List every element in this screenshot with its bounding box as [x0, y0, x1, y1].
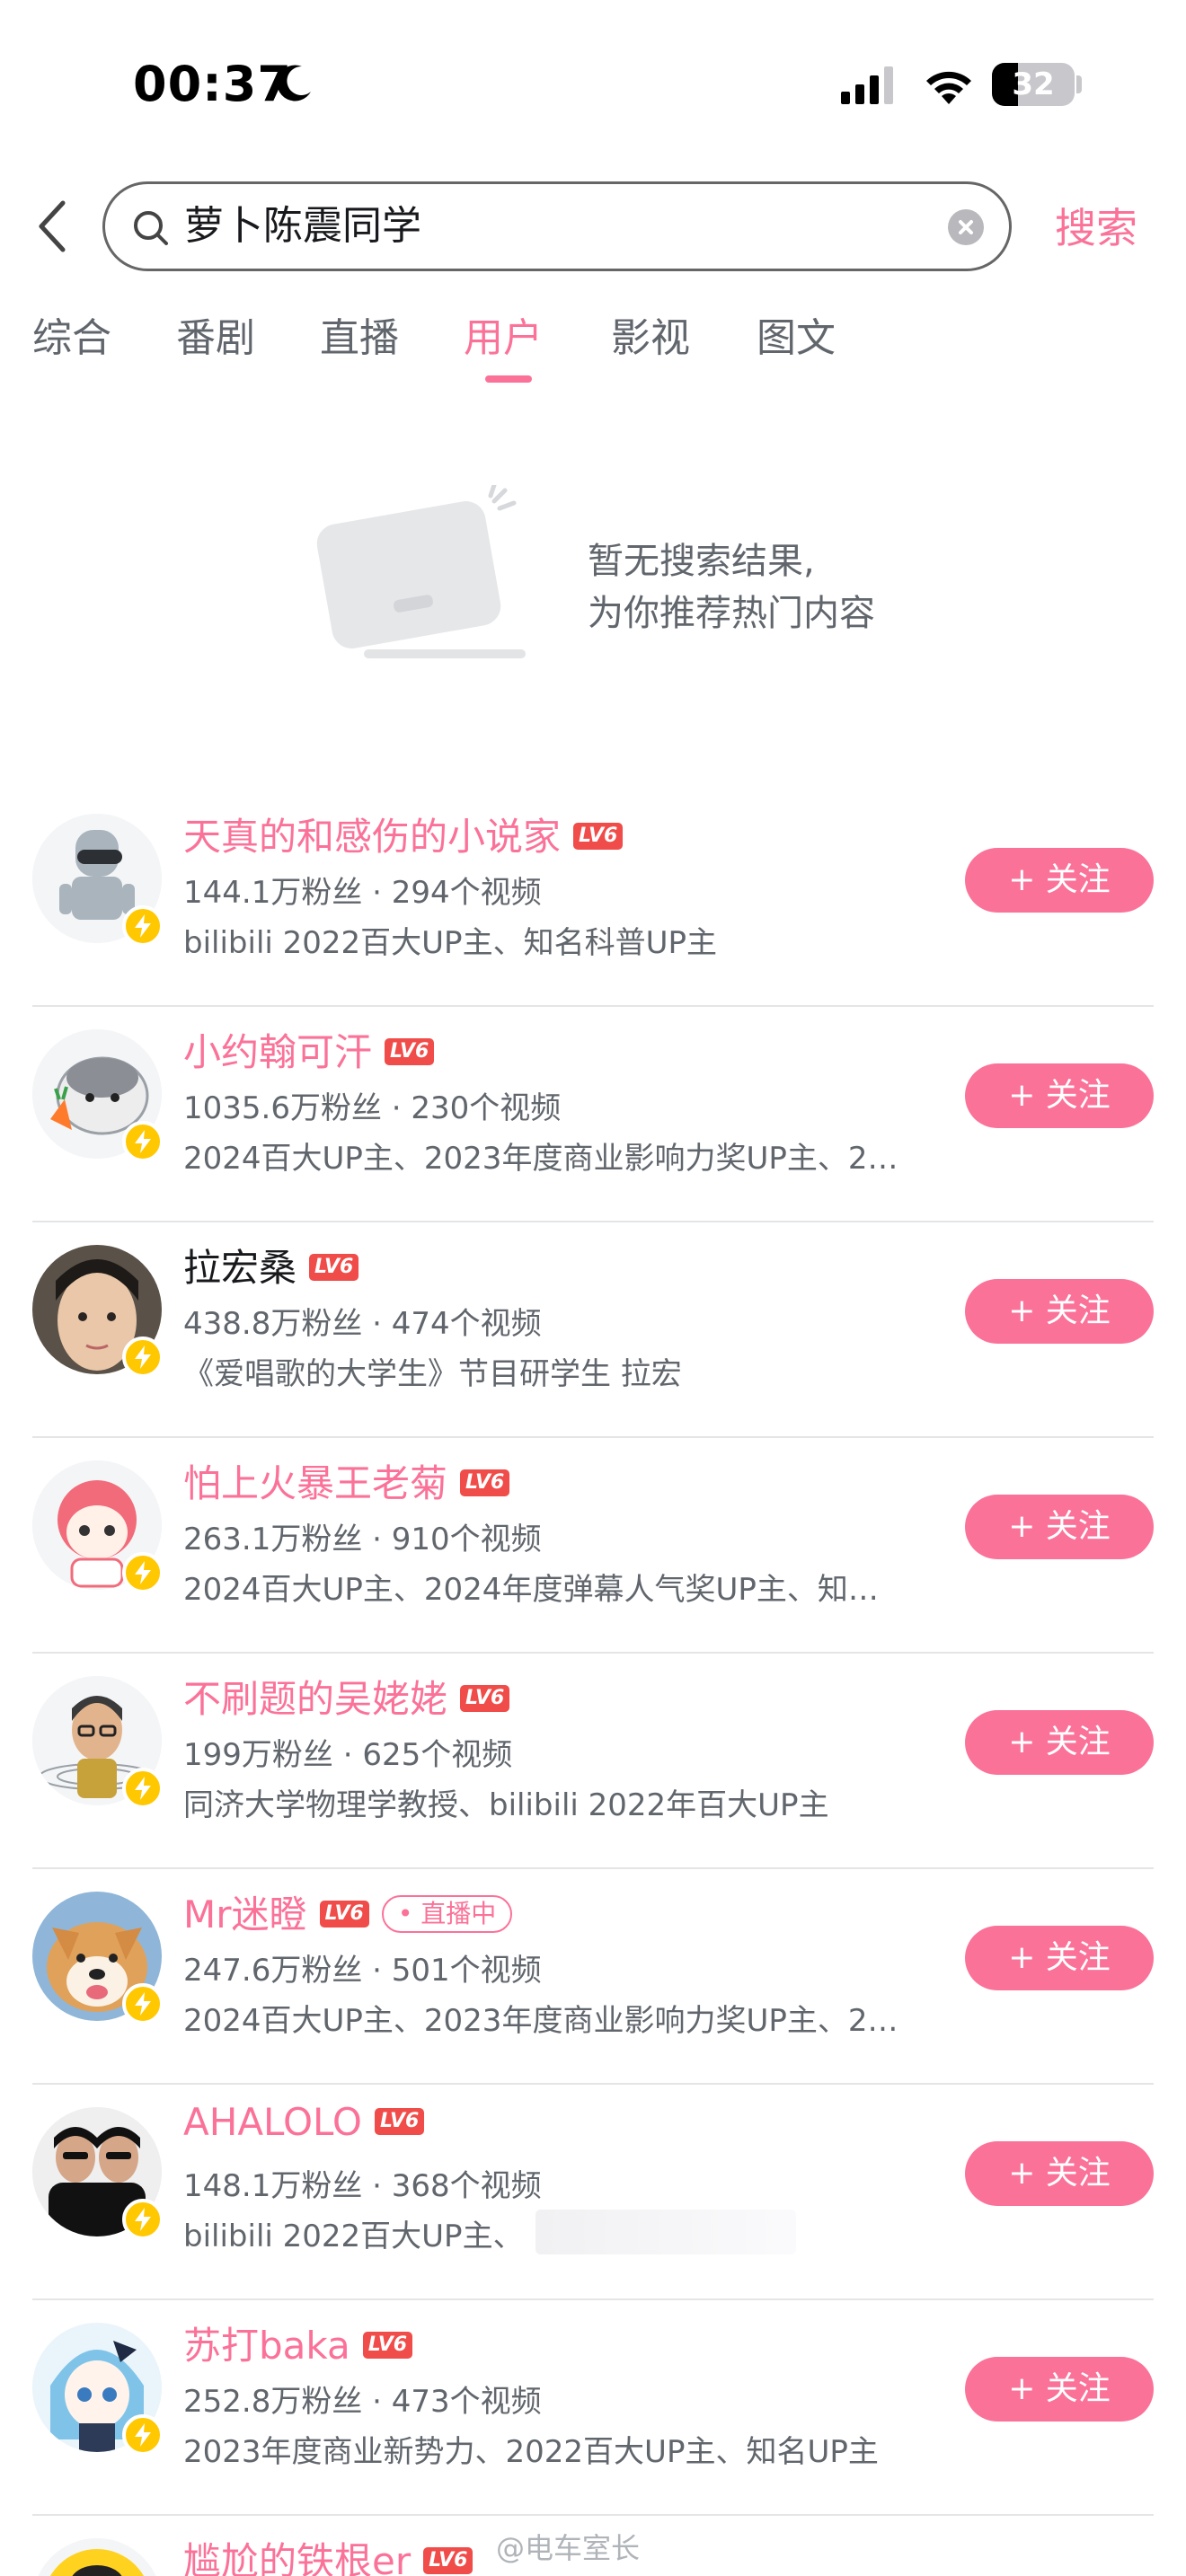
watermark: @电车室长	[496, 2531, 641, 2565]
level-badge: LV6	[385, 1037, 435, 1065]
user-name[interactable]: AHALOLO LV6	[183, 2100, 425, 2144]
list-item[interactable]: 拉宏桑 LV6 438.8万粉丝 · 474个视频 《爱唱歌的大学生》节目研学生 …	[0, 1222, 1186, 1438]
verify-bolt-icon	[122, 1983, 164, 2025]
search-button[interactable]: 搜索	[1055, 196, 1137, 255]
signal-icon	[841, 66, 893, 104]
user-name-text: 拉宏桑	[183, 1246, 297, 1290]
user-name[interactable]: 小约翰可汗 LV6	[183, 1022, 435, 1077]
user-name-text: AHALOLO	[183, 2100, 362, 2144]
follow-button[interactable]: + 关注	[965, 1710, 1154, 1775]
empty-line1: 暂无搜索结果,	[588, 541, 815, 582]
level-badge: LV6	[362, 2331, 413, 2359]
blurred-text-mask	[535, 2210, 796, 2254]
user-name[interactable]: 怕上火暴王老菊 LV6	[183, 1453, 510, 1508]
user-name[interactable]: 不刷题的吴姥姥 LV6	[183, 1669, 510, 1724]
moon-icon	[277, 65, 311, 101]
follow-button[interactable]: + 关注	[965, 2141, 1154, 2206]
user-name[interactable]: 尴尬的铁根er LV6	[183, 2531, 474, 2576]
clear-icon[interactable]	[948, 209, 984, 245]
level-badge: LV6	[319, 1900, 369, 1928]
verify-bolt-icon	[122, 2199, 164, 2240]
battery-percent: 32	[1012, 66, 1055, 102]
list-item[interactable]: 不刷题的吴姥姥 LV6 199万粉丝 · 625个视频 同济大学物理学教授、bil…	[0, 1653, 1186, 1869]
empty-message: 暂无搜索结果, 为你推荐热门内容	[588, 535, 875, 640]
user-description: 《爱唱歌的大学生》节目研学生 拉宏	[183, 1356, 682, 1392]
user-description: 2024百大UP主、2023年度商业影响力奖UP主、2…	[183, 1141, 898, 1177]
verify-bolt-icon	[122, 1121, 164, 1162]
search-input[interactable]	[184, 184, 939, 269]
user-stats: 438.8万粉丝 · 474个视频	[183, 1306, 542, 1342]
back-icon[interactable]	[32, 198, 72, 255]
tab-bangumi[interactable]: 番剧	[176, 305, 255, 363]
empty-tv-illustration	[316, 485, 526, 658]
follow-button[interactable]: + 关注	[965, 2357, 1154, 2422]
follow-button[interactable]: + 关注	[965, 1495, 1154, 1559]
wifi-icon	[926, 71, 971, 104]
user-name-text: 不刷题的吴姥姥	[183, 1677, 448, 1721]
level-badge: LV6	[460, 1684, 510, 1712]
user-name[interactable]: 天真的和感伤的小说家 LV6	[183, 807, 624, 861]
level-badge: LV6	[460, 1469, 510, 1496]
list-item[interactable]: AHALOLO LV6 148.1万粉丝 · 368个视频 bilibili 20…	[0, 2084, 1186, 2300]
user-stats: 199万粉丝 · 625个视频	[183, 1737, 513, 1773]
user-name-text: 尴尬的铁根er	[183, 2539, 412, 2576]
empty-line2: 为你推荐热门内容	[588, 593, 875, 634]
user-description: 同济大学物理学教授、bilibili 2022年百大UP主	[183, 1787, 829, 1823]
user-description: bilibili 2022百大UP主、知名科普UP主	[183, 925, 717, 961]
follow-button[interactable]: + 关注	[965, 848, 1154, 913]
list-item[interactable]: 苏打baka LV6 252.8万粉丝 · 473个视频 2023年度商业新势力、…	[0, 2299, 1186, 2516]
battery-cap	[1076, 75, 1082, 93]
tab-users[interactable]: 用户	[464, 305, 543, 363]
tab-active-indicator	[485, 375, 532, 383]
verify-bolt-icon	[122, 905, 164, 947]
user-description: 2023年度商业新势力、2022百大UP主、知名UP主	[183, 2434, 879, 2470]
tab-live[interactable]: 直播	[320, 305, 399, 363]
verify-bolt-icon	[122, 2414, 164, 2456]
tab-article[interactable]: 图文	[757, 305, 836, 363]
level-badge: LV6	[309, 1253, 359, 1281]
user-stats: 144.1万粉丝 · 294个视频	[183, 875, 542, 911]
user-description: 2024百大UP主、2024年度弹幕人气奖UP主、知…	[183, 1572, 879, 1608]
tab-bar: 综合 番剧 直播 用户 影视 图文	[0, 305, 1186, 395]
search-icon	[134, 211, 168, 245]
status-bar: 00:37 32	[0, 0, 1186, 171]
status-time: 00:37	[133, 56, 292, 112]
user-name[interactable]: 苏打baka LV6	[183, 2316, 413, 2370]
user-stats: 148.1万粉丝 · 368个视频	[183, 2168, 542, 2204]
verify-bolt-icon	[122, 1337, 164, 1378]
level-badge: LV6	[573, 822, 624, 850]
level-badge: LV6	[374, 2107, 425, 2135]
user-description: 2024百大UP主、2023年度商业影响力奖UP主、2…	[183, 2003, 898, 2039]
user-stats: 263.1万粉丝 · 910个视频	[183, 1522, 542, 1557]
user-stats: 247.6万粉丝 · 501个视频	[183, 1953, 542, 1989]
follow-button[interactable]: + 关注	[965, 1063, 1154, 1128]
battery-icon: 32	[992, 63, 1075, 106]
follow-button[interactable]: + 关注	[965, 1926, 1154, 1990]
user-name-text: 苏打baka	[183, 2324, 350, 2368]
user-stats: 1035.6万粉丝 · 230个视频	[183, 1090, 562, 1126]
list-item[interactable]: Mr迷瞪 LV6 • 直播中 247.6万粉丝 · 501个视频 2024百大UP主…	[0, 1868, 1186, 2085]
user-name-text: 天真的和感伤的小说家	[183, 815, 562, 859]
user-name-text: Mr迷瞪	[183, 1892, 307, 1936]
verify-bolt-icon	[122, 1768, 164, 1809]
list-item[interactable]: 天真的和感伤的小说家 LV6 144.1万粉丝 · 294个视频 bilibili…	[0, 790, 1186, 1007]
tab-all[interactable]: 综合	[32, 305, 111, 363]
user-stats: 252.8万粉丝 · 473个视频	[183, 2384, 542, 2420]
tab-film[interactable]: 影视	[611, 305, 690, 363]
verify-bolt-icon	[122, 1552, 164, 1593]
live-status-badge[interactable]: • 直播中	[381, 1894, 513, 1933]
list-item[interactable]: 怕上火暴王老菊 LV6 263.1万粉丝 · 910个视频 2024百大UP主、2…	[0, 1437, 1186, 1654]
search-box[interactable]	[102, 181, 1012, 271]
follow-button[interactable]: + 关注	[965, 1279, 1154, 1344]
user-name-text: 小约翰可汗	[183, 1030, 373, 1074]
user-name[interactable]: 拉宏桑 LV6	[183, 1238, 359, 1292]
level-badge: LV6	[423, 2546, 474, 2574]
user-name[interactable]: Mr迷瞪 LV6 • 直播中	[183, 1884, 513, 1939]
avatar[interactable]	[32, 2538, 162, 2576]
user-name-text: 怕上火暴王老菊	[183, 1461, 448, 1505]
list-item[interactable]: 小约翰可汗 LV6 1035.6万粉丝 · 230个视频 2024百大UP主、20…	[0, 1006, 1186, 1222]
